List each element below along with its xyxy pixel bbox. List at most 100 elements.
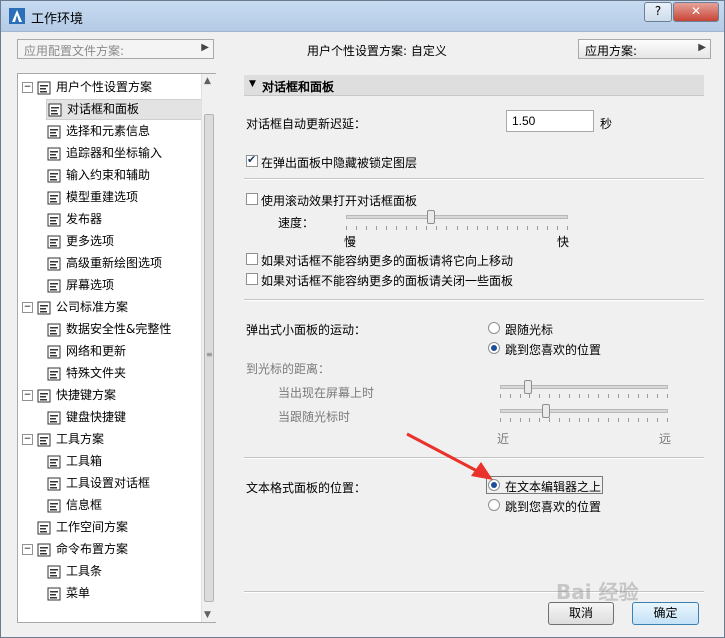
tree-item[interactable]: 屏幕选项 xyxy=(46,275,198,296)
tree-item[interactable]: 工具箱 xyxy=(46,451,198,472)
tree-item-label: 快捷键方案 xyxy=(56,388,117,402)
speed-slider-thumb[interactable] xyxy=(426,210,435,224)
slider-tick xyxy=(529,418,531,422)
scroll-up-icon[interactable]: ▲ xyxy=(204,76,211,86)
hide-locked-layers-checkbox[interactable] xyxy=(246,153,258,167)
command-layout-icon xyxy=(37,543,51,556)
apply-scheme-dropdown[interactable]: 应用方案: ▶ xyxy=(578,39,711,59)
tree-item[interactable]: 输入约束和辅助 xyxy=(46,165,198,186)
move-up-checkbox[interactable] xyxy=(246,253,258,265)
tree-item[interactable]: 更多选项 xyxy=(46,231,198,252)
tree-item[interactable]: 工具设置对话框 xyxy=(46,473,198,494)
slider-tick xyxy=(608,394,610,398)
tree-item[interactable]: 高级重新绘图选项 xyxy=(46,253,198,274)
tree-item[interactable]: 菜单 xyxy=(46,583,198,604)
slider-tick xyxy=(539,418,541,422)
tree-item[interactable]: 追踪器和坐标输入 xyxy=(46,143,198,164)
scroll-effect-checkbox[interactable] xyxy=(246,193,258,205)
slider-tick xyxy=(366,226,368,230)
redraw-options-icon xyxy=(47,257,61,270)
slider-tick xyxy=(657,418,659,422)
profile-scheme-placeholder: 应用配置文件方案: xyxy=(24,44,125,58)
above-text-editor-radio[interactable] xyxy=(488,479,500,491)
profile-scheme-dropdown[interactable]: 应用配置文件方案: ▶ xyxy=(17,39,214,59)
slider-tick xyxy=(536,226,538,230)
tree-item[interactable]: − 工具方案 xyxy=(22,429,198,450)
grip-icon: ≡ xyxy=(206,350,213,359)
tree-item[interactable]: 键盘快捷键 xyxy=(46,407,198,428)
slider-tick xyxy=(667,418,668,422)
slider-tick xyxy=(386,226,388,230)
tree-item-label: 用户个性设置方案 xyxy=(56,80,153,94)
update-delay-input[interactable] xyxy=(506,110,594,132)
collapse-toggle-icon[interactable]: − xyxy=(22,544,33,555)
jump-to-position-radio[interactable] xyxy=(488,342,500,354)
toolbar-icon xyxy=(47,565,61,578)
slider-tick xyxy=(516,226,518,230)
apply-scheme-label: 应用方案: xyxy=(585,44,638,58)
tree-item[interactable]: 对话框和面板 xyxy=(46,99,205,120)
appear-distance-ticks xyxy=(500,394,668,398)
slider-tick xyxy=(578,418,580,422)
collapse-toggle-icon[interactable]: − xyxy=(22,82,33,93)
collapse-toggle-icon[interactable]: − xyxy=(22,434,33,445)
scroll-effect-label: 使用滚动效果打开对话框面板 xyxy=(261,194,418,208)
tree-item[interactable]: 特殊文件夹 xyxy=(46,363,198,384)
title-bar[interactable]: 工作环境 ? ✕ xyxy=(1,1,724,32)
slider-tick xyxy=(519,418,521,422)
close-button[interactable]: ✕ xyxy=(673,2,719,22)
tree-item[interactable]: 发布器 xyxy=(46,209,198,230)
slider-tick xyxy=(627,418,629,422)
slider-tick xyxy=(637,418,639,422)
slider-tick xyxy=(406,226,408,230)
speed-slider-track[interactable] xyxy=(346,215,568,219)
slider-tick xyxy=(539,394,541,398)
slider-tick xyxy=(647,394,649,398)
help-button[interactable]: ? xyxy=(644,2,672,22)
tree-item[interactable]: − 用户个性设置方案 xyxy=(22,77,198,98)
tree-scrollbar[interactable]: ▲ ≡ ▼ xyxy=(201,74,216,622)
follow-distance-slider-track[interactable] xyxy=(500,409,668,413)
follow-cursor-label: 跟随光标 xyxy=(505,323,554,337)
text-jump-to-position-radio[interactable] xyxy=(488,499,500,511)
cancel-button[interactable]: 取消 xyxy=(548,602,614,625)
selection-info-icon xyxy=(47,125,61,138)
info-box-icon xyxy=(47,499,61,512)
tree-item[interactable]: 模型重建选项 xyxy=(46,187,198,208)
slider-tick xyxy=(667,394,668,398)
update-delay-label: 对话框自动更新迟延： xyxy=(246,117,367,131)
slider-tick xyxy=(436,226,438,230)
tree-item[interactable]: 选择和元素信息 xyxy=(46,121,198,142)
slider-tick xyxy=(396,226,398,230)
scrollbar-thumb[interactable]: ≡ xyxy=(204,114,214,602)
tree-item[interactable]: − 快捷键方案 xyxy=(22,385,198,406)
screen-options-icon xyxy=(47,279,61,292)
slider-tick xyxy=(627,394,629,398)
scroll-down-icon[interactable]: ▼ xyxy=(204,610,211,620)
tool-settings-icon xyxy=(47,477,61,490)
appear-distance-slider-thumb[interactable] xyxy=(523,380,532,394)
follow-cursor-radio[interactable] xyxy=(488,322,500,334)
speed-slider-ticks xyxy=(346,226,568,230)
collapse-toggle-icon[interactable]: − xyxy=(22,302,33,313)
tree-item[interactable]: 信息框 xyxy=(46,495,198,516)
tree-item[interactable]: − 命令布置方案 xyxy=(22,539,198,560)
slider-tick xyxy=(509,418,511,422)
collapse-toggle-icon[interactable]: − xyxy=(22,390,33,401)
more-options-icon xyxy=(47,235,61,248)
slider-tick xyxy=(546,226,548,230)
tree-item[interactable]: 工具条 xyxy=(46,561,198,582)
menu-icon xyxy=(47,587,61,600)
tree-item[interactable]: 工作空间方案 xyxy=(22,517,198,538)
slider-tick xyxy=(657,394,659,398)
slider-tick xyxy=(568,418,570,422)
tree-item-label: 模型重建选项 xyxy=(66,190,139,204)
tree-item[interactable]: 数据安全性&完整性 xyxy=(46,319,198,340)
section-header[interactable]: ▼ 对话框和面板 xyxy=(244,75,704,96)
tree-item[interactable]: − 公司标准方案 xyxy=(22,297,198,318)
chevron-right-icon: ▶ xyxy=(698,42,706,53)
ok-button[interactable]: 确定 xyxy=(632,602,699,625)
close-panels-checkbox[interactable] xyxy=(246,273,258,285)
follow-distance-slider-thumb[interactable] xyxy=(541,404,550,418)
tree-item[interactable]: 网络和更新 xyxy=(46,341,198,362)
